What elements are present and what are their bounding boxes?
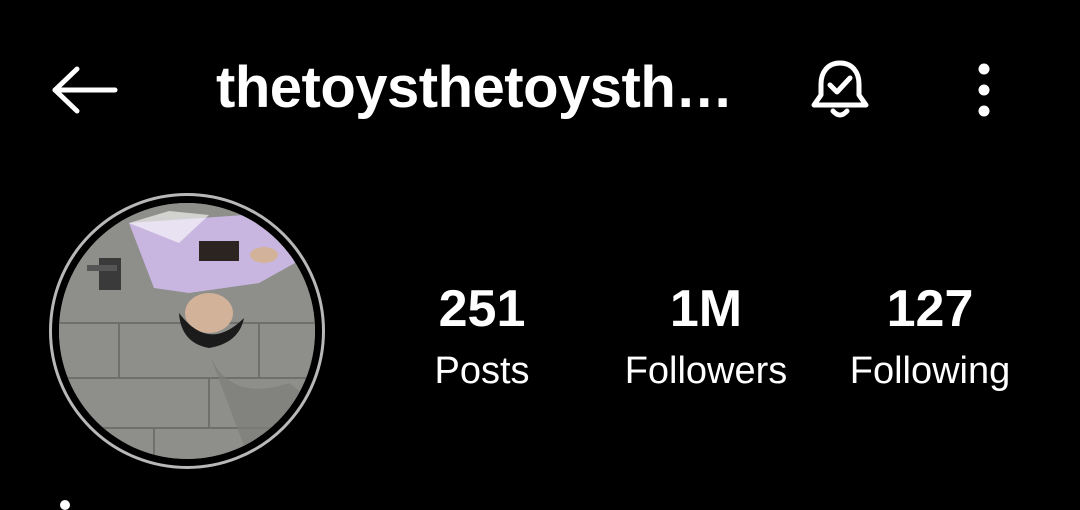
following-label: Following — [849, 350, 1011, 392]
more-vertical-icon — [978, 63, 990, 117]
more-options-button[interactable] — [954, 50, 1014, 130]
partial-content-dot — [60, 500, 70, 510]
posts-stat[interactable]: 251 Posts — [410, 278, 554, 396]
page-title: thetoysthetoysth… — [216, 55, 733, 120]
profile-photo — [59, 203, 315, 459]
profile-header: thetoysthetoysth… — [0, 0, 1080, 180]
notifications-button[interactable] — [800, 50, 880, 130]
posts-count: 251 — [438, 280, 526, 338]
back-button[interactable] — [40, 54, 128, 126]
posts-label: Posts — [434, 350, 530, 392]
followers-label: Followers — [624, 350, 788, 392]
following-count: 127 — [886, 280, 974, 338]
followers-count: 1M — [669, 280, 743, 338]
avatar[interactable] — [49, 193, 325, 469]
following-stat[interactable]: 127 Following — [828, 278, 1032, 396]
followers-stat[interactable]: 1M Followers — [604, 278, 808, 396]
arrow-left-icon — [52, 66, 118, 114]
bell-check-icon — [811, 60, 869, 118]
